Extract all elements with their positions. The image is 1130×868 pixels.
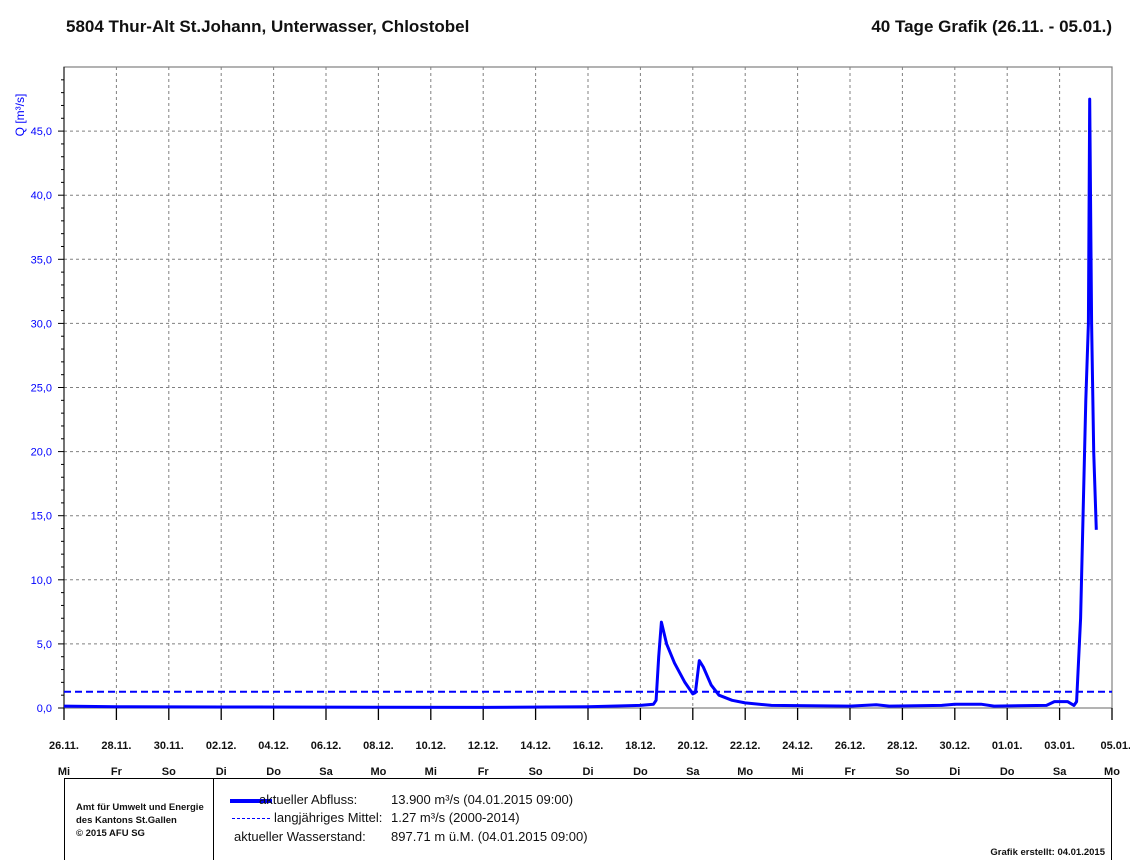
x-date-label: 20.12.: [678, 740, 709, 752]
x-weekday-label: Fr: [845, 766, 857, 778]
discharge-line: [63, 97, 1098, 709]
legend-label: aktueller Abfluss:: [259, 792, 358, 807]
x-weekday-label: Fr: [111, 766, 123, 778]
org-line: des Kantons St.Gallen: [76, 815, 177, 826]
legend-divider: [213, 779, 214, 860]
created-date: Grafik erstellt: 04.01.2015: [990, 847, 1105, 858]
x-weekday-label: Mi: [58, 766, 70, 778]
x-weekday-label: Fr: [478, 766, 490, 778]
legend-dashed-line-icon: [232, 818, 270, 819]
x-weekday-label: Mo: [1104, 766, 1120, 778]
x-date-label: 14.12.: [520, 740, 551, 752]
x-date-label: 16.12.: [573, 740, 604, 752]
x-date-label: 06.12.: [311, 740, 342, 752]
x-date-label: 10.12.: [416, 740, 447, 752]
y-tick-label: 35,0: [31, 254, 52, 266]
x-date-label: 03.01.: [1044, 740, 1075, 752]
y-tick-label: 5,0: [37, 639, 52, 651]
x-weekday-label: Do: [633, 766, 648, 778]
legend-value: 1.27 m³/s (2000-2014): [391, 810, 520, 825]
x-date-label: 08.12.: [363, 740, 394, 752]
y-tick-label: 25,0: [31, 383, 52, 395]
x-weekday-label: Sa: [1053, 766, 1067, 778]
legend-box: Amt für Umwelt und Energie des Kantons S…: [64, 778, 1112, 860]
y-tick-label: 15,0: [31, 511, 52, 523]
x-weekday-label: Mo: [370, 766, 386, 778]
x-weekday-label: So: [895, 766, 909, 778]
x-date-label: 26.12.: [835, 740, 866, 752]
x-date-label: 04.12.: [258, 740, 289, 752]
y-tick-label: 45,0: [31, 126, 52, 138]
x-date-label: 30.11.: [154, 740, 184, 752]
x-date-label: 24.12.: [782, 740, 813, 752]
y-tick-label: 20,0: [31, 447, 52, 459]
y-tick-label: 30,0: [31, 318, 52, 330]
legend-label: aktueller Wasserstand:: [234, 829, 366, 844]
legend-value: 13.900 m³/s (04.01.2015 09:00): [391, 792, 574, 807]
x-weekday-label: Di: [216, 766, 227, 778]
y-axis-label: Q [m³/s]: [13, 94, 27, 137]
discharge-chart: 0,0 5,0 10,0 15,0 20,0 25,0 30,0 35,0 40,0 45,0 Q …: [13, 66, 1130, 778]
x-weekday-label: So: [529, 766, 543, 778]
x-weekday-label: Mi: [425, 766, 437, 778]
x-date-label: 28.11.: [101, 740, 131, 752]
x-weekday-label: Di: [949, 766, 960, 778]
x-date-label: 02.12.: [206, 740, 237, 752]
x-weekday-label: Sa: [319, 766, 333, 778]
y-tick-label: 40,0: [31, 190, 52, 202]
organization: Amt für Umwelt und Energie des Kantons S…: [76, 801, 204, 840]
x-date-label: 01.01.: [992, 740, 1023, 752]
y-tick-label: 10,0: [31, 575, 52, 587]
x-date-label: 22.12.: [730, 740, 761, 752]
x-date-label: 30.12.: [940, 740, 971, 752]
x-weekday-label: Mo: [737, 766, 753, 778]
legend-value: 897.71 m ü.M. (04.01.2015 09:00): [391, 829, 588, 844]
x-weekday-label: Sa: [686, 766, 700, 778]
legend-label: langjähriges Mittel:: [274, 810, 383, 825]
x-date-label: 26.11.: [49, 740, 79, 752]
x-date-label: 05.01.2015: [1100, 740, 1130, 752]
org-line: © 2015 AFU SG: [76, 828, 145, 839]
y-tick-label: 0,0: [37, 703, 52, 715]
x-weekday-label: So: [162, 766, 176, 778]
org-line: Amt für Umwelt und Energie: [76, 802, 204, 813]
x-date-label: 18.12.: [625, 740, 656, 752]
x-weekday-label: Mi: [791, 766, 803, 778]
x-weekday-label: Do: [1000, 766, 1015, 778]
x-weekday-label: Di: [583, 766, 594, 778]
x-date-label: 28.12.: [887, 740, 918, 752]
chart-page: 5804 Thur-Alt St.Johann, Unterwasser, Ch…: [0, 0, 1130, 868]
x-weekday-label: Do: [266, 766, 281, 778]
x-date-label: 12.12.: [468, 740, 499, 752]
